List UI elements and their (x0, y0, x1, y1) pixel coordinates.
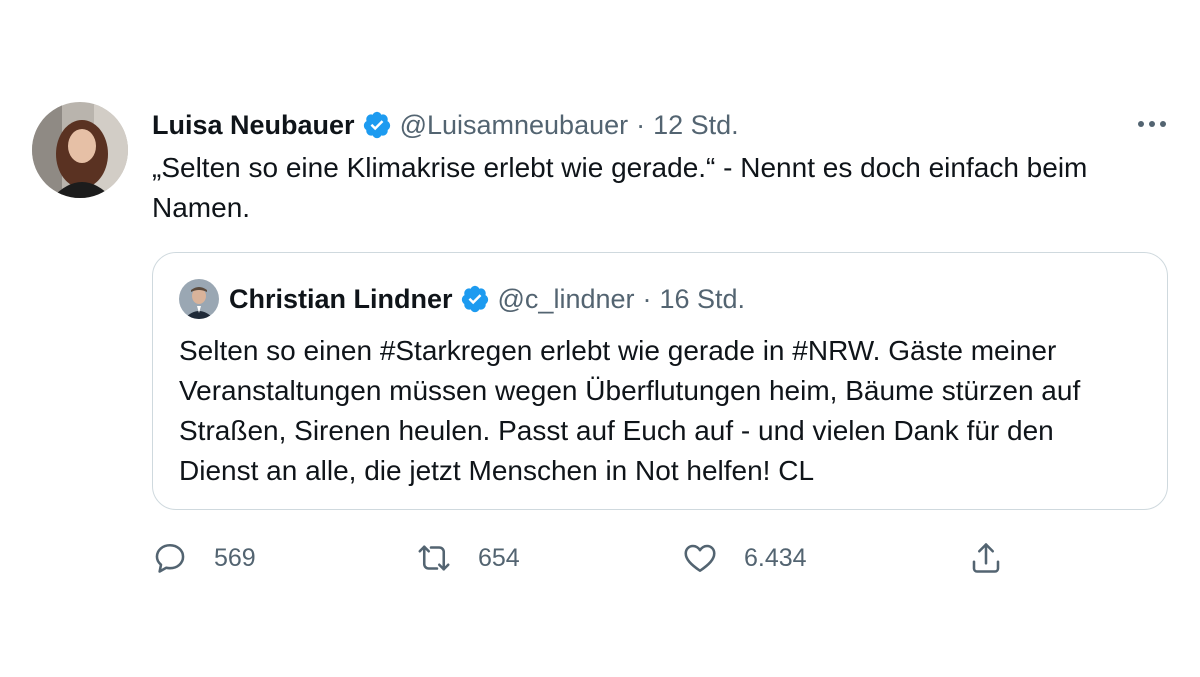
more-horizontal-icon (1138, 121, 1144, 127)
tweet-actions-bar: 569 654 6.434 (0, 534, 1200, 582)
like-count: 6.434 (744, 543, 807, 572)
retweet-button[interactable]: 654 (416, 534, 520, 582)
quoted-author-handle[interactable]: @c_lindner (498, 284, 635, 315)
tweet-timestamp[interactable]: 12 Std. (653, 110, 739, 141)
like-button[interactable]: 6.434 (682, 534, 807, 582)
share-button[interactable] (968, 534, 1004, 582)
retweet-count: 654 (478, 543, 520, 572)
tweet: Luisa Neubauer @Luisamneubauer · 12 Std.… (0, 0, 1200, 677)
quoted-tweet-header: Christian Lindner @c_lindner · 16 Std. (179, 279, 745, 319)
verified-badge-icon (363, 111, 390, 139)
retweet-icon (418, 545, 450, 571)
quoted-author-avatar (179, 279, 219, 319)
reply-icon (155, 543, 185, 573)
author-name[interactable]: Luisa Neubauer (152, 110, 355, 141)
quoted-tweet-card[interactable]: Christian Lindner @c_lindner · 16 Std. S… (152, 252, 1168, 510)
quoted-tweet-text: Selten so einen #Starkregen erlebt wie g… (179, 335, 1081, 486)
author-handle[interactable]: @Luisamneubauer (400, 110, 629, 141)
quoted-author-name[interactable]: Christian Lindner (229, 284, 453, 315)
separator-dot: · (642, 283, 652, 314)
heart-icon (684, 544, 716, 573)
quoted-tweet-timestamp[interactable]: 16 Std. (660, 284, 746, 315)
more-options-button[interactable] (1132, 110, 1172, 138)
share-icon (972, 543, 1000, 573)
tweet-text: „Selten so eine Klimakrise erlebt wie ge… (152, 152, 1088, 223)
reply-button[interactable]: 569 (152, 534, 256, 582)
verified-badge-icon (461, 285, 488, 313)
separator-dot: · (636, 109, 646, 140)
reply-count: 569 (214, 543, 256, 572)
author-avatar[interactable] (32, 102, 128, 198)
tweet-header: Luisa Neubauer @Luisamneubauer · 12 Std. (152, 106, 739, 144)
